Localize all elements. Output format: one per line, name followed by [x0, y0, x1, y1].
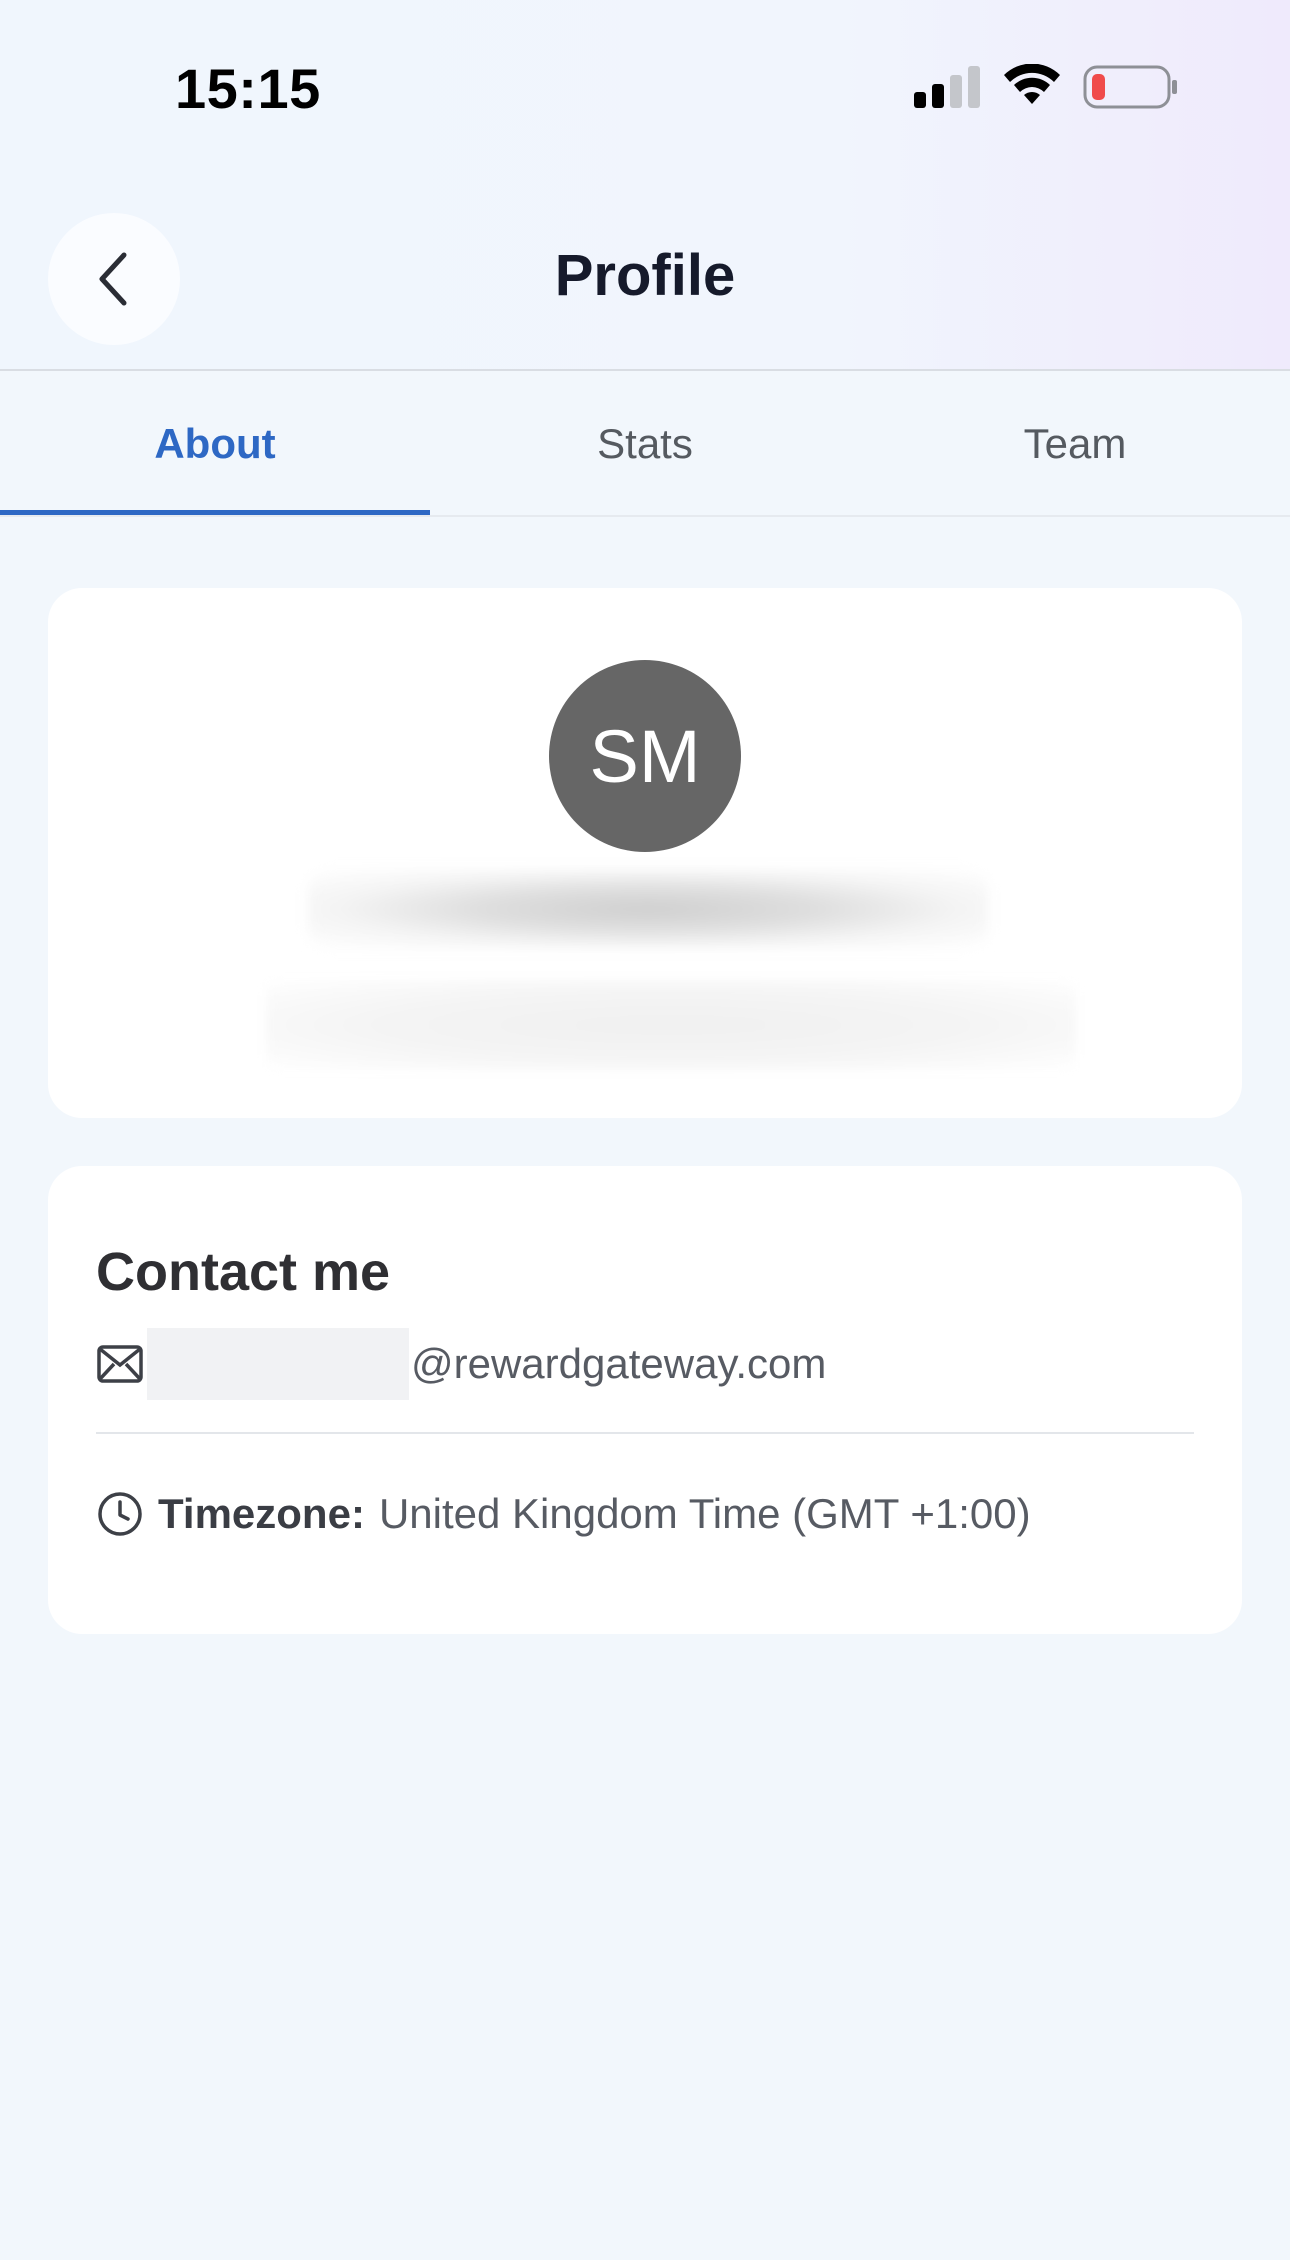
mail-icon: [97, 1345, 143, 1383]
tab-team[interactable]: Team: [860, 371, 1290, 516]
clock-icon: [98, 1492, 142, 1536]
tab-about[interactable]: About: [0, 371, 430, 516]
wifi-icon: [1004, 64, 1060, 104]
cellular-signal-icon: [914, 66, 980, 108]
timezone-value: United Kingdom Time (GMT +1:00): [378, 1490, 1031, 1537]
page-title: Profile: [554, 243, 736, 308]
profile-card: SM: [48, 588, 1242, 1118]
email-domain: @rewardgateway.com: [411, 1340, 827, 1387]
status-bar: 15:15: [0, 0, 1290, 175]
status-time: 15:15: [175, 57, 321, 120]
timezone-label: Timezone:: [158, 1490, 365, 1537]
redacted-email-local-part: [147, 1328, 409, 1400]
tab-stats[interactable]: Stats: [430, 371, 860, 516]
avatar: SM: [549, 660, 741, 852]
contact-title: Contact me: [96, 1242, 391, 1302]
header: 15:15 Profile: [0, 0, 1290, 371]
blurred-user-name: [308, 870, 988, 948]
tabs-divider: [0, 515, 1290, 517]
email-row[interactable]: @rewardgateway.com: [96, 1328, 826, 1400]
contact-card: Contact me @rewardgateway.com Timezone: …: [48, 1166, 1242, 1634]
timezone-row: Timezone: United Kingdom Time (GMT +1:00…: [96, 1484, 1031, 1544]
tab-bar: About Stats Team: [0, 371, 1290, 517]
blurred-user-role: [266, 980, 1076, 1070]
battery-icon: [1083, 65, 1177, 109]
avatar-initials: SM: [589, 714, 701, 798]
contact-divider: [96, 1432, 1194, 1434]
